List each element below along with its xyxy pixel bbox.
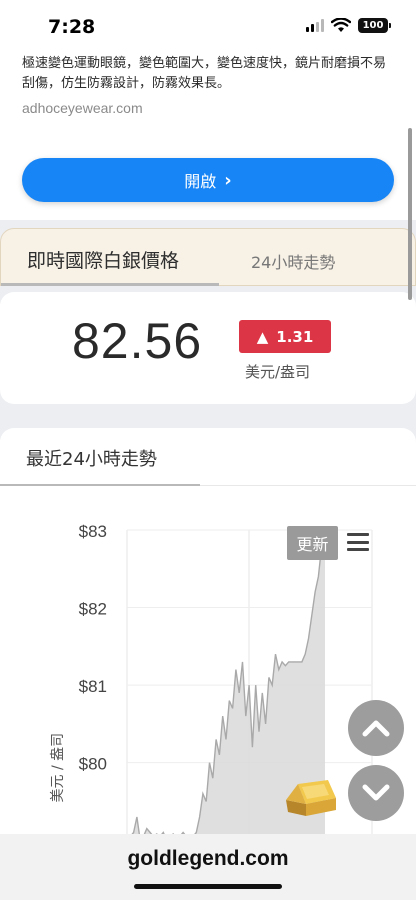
trend-title-underline (0, 484, 200, 486)
ad-open-button[interactable]: 開啟 › (22, 158, 394, 202)
chevron-down-icon (362, 784, 390, 801)
chevron-up-icon (362, 720, 390, 737)
cellular-signal-icon (306, 19, 324, 32)
y-tick-label: $80 (79, 755, 107, 774)
status-icons: 100 (306, 18, 391, 33)
tab-24h-trend[interactable]: 24小時走勢 (251, 249, 335, 273)
price-tabs: 即時國際白銀價格 24小時走勢 (0, 228, 416, 286)
ad-domain[interactable]: adhoceyewear.com (22, 100, 143, 116)
site-domain[interactable]: goldlegend.com (0, 847, 416, 871)
y-tick-label: $82 (79, 600, 107, 619)
page-scrollbar[interactable] (408, 128, 412, 300)
active-tab-indicator (1, 283, 219, 286)
price-card: 82.56 ▲ 1.31 美元/盎司 (0, 292, 416, 404)
y-tick-label: $83 (79, 522, 107, 541)
ad-open-button-label: 開啟 (184, 172, 217, 191)
status-bar: 7:28 100 (0, 0, 416, 50)
price-change-badge: ▲ 1.31 (239, 320, 331, 353)
silver-price-value: 82.56 (72, 313, 203, 369)
price-change-value: 1.31 (276, 327, 314, 346)
home-indicator[interactable] (134, 884, 282, 889)
scroll-up-button[interactable] (348, 700, 404, 756)
refresh-button[interactable]: 更新 (287, 526, 338, 560)
chart-menu-icon[interactable] (347, 533, 369, 551)
browser-footer: goldlegend.com (0, 834, 416, 900)
status-time: 7:28 (48, 16, 96, 38)
battery-icon: 100 (358, 18, 391, 33)
up-triangle-icon: ▲ (256, 327, 269, 346)
wifi-icon (331, 18, 351, 32)
price-unit: 美元/盎司 (245, 363, 311, 381)
ad-card[interactable]: 極速變色運動眼鏡，變色範圍大，變色速度快，鏡片耐磨損不易刮傷，仿生防霧設計，防霧… (0, 50, 416, 220)
divider (200, 485, 416, 486)
gold-bar-icon[interactable] (284, 778, 338, 820)
y-tick-label: $81 (79, 677, 107, 696)
ad-description: 極速變色運動眼鏡，變色範圍大，變色速度快，鏡片耐磨損不易刮傷，仿生防霧設計，防霧… (22, 56, 387, 91)
tab-realtime-silver-price[interactable]: 即時國際白銀價格 (27, 246, 179, 273)
trend-title: 最近24小時走勢 (26, 449, 157, 470)
scroll-down-button[interactable] (348, 765, 404, 821)
chevron-right-icon: › (224, 169, 232, 191)
y-axis-label: 美元 / 盎司 (50, 733, 66, 803)
